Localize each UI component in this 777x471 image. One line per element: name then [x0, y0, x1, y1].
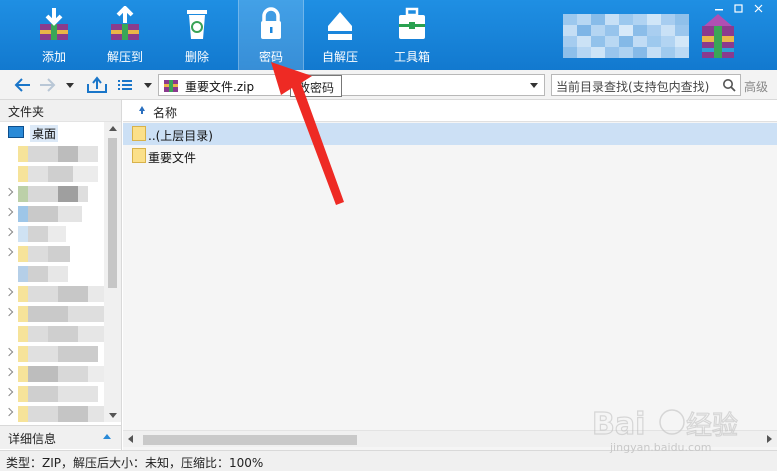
- list-item-label: ..(上层目录): [148, 129, 213, 143]
- path-dropdown-icon[interactable]: [530, 83, 538, 88]
- desktop-icon: [8, 126, 24, 138]
- delete-label: 删除: [184, 50, 209, 64]
- expand-arrow-icon[interactable]: [4, 227, 14, 237]
- tree-item-blurred[interactable]: [0, 324, 104, 344]
- bandizip-logo-icon: [702, 14, 734, 58]
- tree-item-blurred[interactable]: [0, 344, 104, 364]
- tree-item-desktop[interactable]: 桌面: [0, 122, 104, 142]
- search-input[interactable]: 当前目录查找(支持包内查找): [551, 74, 741, 96]
- password-label: 密码: [258, 50, 283, 64]
- list-item-folder[interactable]: 重要文件: [123, 145, 777, 167]
- password-tooltip: 改密码: [290, 75, 342, 97]
- trash-icon: [187, 10, 207, 39]
- add-label: 添加: [41, 50, 66, 64]
- expand-arrow-icon[interactable]: [4, 287, 14, 297]
- expand-arrow-icon[interactable]: [4, 187, 14, 197]
- scroll-up-icon[interactable]: [109, 126, 117, 131]
- details-panel-header[interactable]: 详细信息: [0, 425, 121, 449]
- column-name-label: 名称: [153, 106, 178, 120]
- scroll-left-icon[interactable]: [128, 435, 133, 443]
- tree-item-blurred[interactable]: [0, 244, 104, 264]
- tree-vertical-scrollbar[interactable]: [104, 122, 121, 422]
- folder-icon: [132, 148, 146, 163]
- svg-text:经验: 经验: [686, 411, 738, 441]
- zip-archive-icon: [164, 80, 178, 92]
- sfx-button[interactable]: 自解压: [307, 0, 373, 70]
- expand-arrow-icon[interactable]: [4, 407, 14, 417]
- sort-ascending-icon: [141, 110, 143, 114]
- expand-arrow-icon[interactable]: [4, 367, 14, 377]
- tree-item-blurred[interactable]: [0, 144, 104, 164]
- folder-icon: [132, 126, 146, 141]
- add-icon: [40, 8, 68, 40]
- sfx-label: 自解压: [321, 50, 358, 64]
- expand-arrow-icon[interactable]: [4, 347, 14, 357]
- tree-item-blurred[interactable]: [0, 264, 104, 284]
- column-header-name[interactable]: 名称: [123, 100, 777, 122]
- tree-item-blurred[interactable]: [0, 384, 104, 404]
- tree-item-blurred[interactable]: [0, 364, 104, 384]
- svg-text:Bai: Bai: [592, 407, 645, 442]
- details-label: 详细信息: [8, 432, 57, 446]
- scroll-down-icon[interactable]: [109, 413, 117, 418]
- tree-item-blurred[interactable]: [0, 404, 104, 424]
- window-controls: [715, 4, 763, 13]
- view-list-icon[interactable]: [116, 76, 134, 94]
- tree-item-blurred[interactable]: [0, 284, 104, 304]
- watermark-url: jingyan.baidu.com: [610, 441, 712, 454]
- folder-tree-header: 文件夹: [0, 100, 121, 122]
- blurred-account-area: [563, 14, 689, 58]
- expand-arrow-icon[interactable]: [4, 307, 14, 317]
- address-bar: 重要文件.zip 当前目录查找(支持包内查找) 高级: [0, 70, 777, 100]
- tree-item-blurred[interactable]: [0, 204, 104, 224]
- toolbox-icon: [399, 7, 425, 39]
- expand-arrow-icon[interactable]: [4, 387, 14, 397]
- delete-button[interactable]: 删除: [164, 0, 230, 70]
- tree-item-blurred[interactable]: [0, 164, 104, 184]
- expand-arrow-icon[interactable]: [4, 207, 14, 217]
- extract-button[interactable]: 解压到: [92, 0, 158, 70]
- list-item-label: 重要文件: [148, 151, 197, 165]
- file-list-panel: 名称 ..(上层目录) 重要文件: [123, 100, 777, 450]
- extract-label: 解压到: [106, 50, 143, 64]
- tools-label: 工具箱: [393, 50, 430, 64]
- toolbar: 添加 解压到 删除 密码 自解压 工具箱: [0, 0, 777, 70]
- list-item-parent-dir[interactable]: ..(上层目录): [123, 123, 777, 145]
- self-extract-icon: [328, 12, 352, 40]
- desktop-label: 桌面: [30, 125, 59, 142]
- collapse-arrow-icon[interactable]: [103, 434, 111, 439]
- scroll-thumb[interactable]: [143, 435, 357, 445]
- search-icon[interactable]: [722, 78, 736, 92]
- advanced-search-link[interactable]: 高级: [744, 78, 768, 95]
- back-arrow-icon[interactable]: [14, 76, 32, 94]
- history-dropdown-icon[interactable]: [64, 76, 76, 94]
- up-folder-icon[interactable]: [86, 76, 108, 94]
- search-placeholder: 当前目录查找(支持包内查找): [556, 80, 710, 94]
- extract-icon: [111, 6, 139, 40]
- password-button[interactable]: 密码: [238, 0, 304, 70]
- add-button[interactable]: 添加: [21, 0, 87, 70]
- tools-button[interactable]: 工具箱: [379, 0, 445, 70]
- folder-tree-panel: 文件夹 桌面 详细信息: [0, 100, 122, 450]
- tree-item-blurred[interactable]: [0, 304, 104, 324]
- tree-item-blurred[interactable]: [0, 184, 104, 204]
- view-dropdown-icon[interactable]: [142, 76, 154, 94]
- lock-icon: [261, 7, 281, 39]
- path-text: 重要文件.zip: [185, 80, 255, 94]
- tree-item-blurred[interactable]: [0, 224, 104, 244]
- scroll-thumb[interactable]: [108, 138, 117, 288]
- path-combobox[interactable]: 重要文件.zip: [158, 74, 545, 96]
- expand-arrow-icon[interactable]: [4, 247, 14, 257]
- forward-arrow-icon[interactable]: [38, 76, 56, 94]
